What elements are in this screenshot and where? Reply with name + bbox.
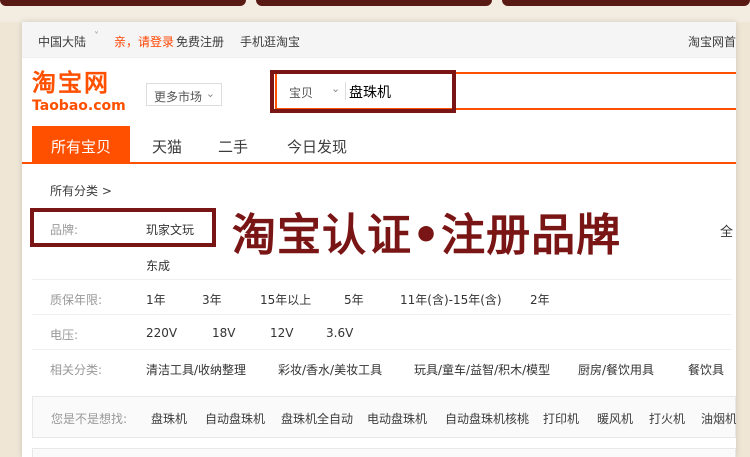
decoration-bar — [0, 0, 246, 6]
login-link[interactable]: 亲，请登录 — [114, 33, 174, 50]
suggestion-item[interactable]: 打印机 — [543, 410, 579, 427]
filter-option[interactable]: 东成 — [146, 257, 170, 274]
decoration-bar — [502, 0, 750, 6]
logo-en: Taobao.com — [32, 98, 126, 114]
suggestion-bar: 您是不是想找: 盘珠机 自动盘珠机 盘珠机全自动 电动盘珠机 自动盘珠机核桃 打… — [32, 396, 736, 438]
filter-option[interactable]: 15年以上 — [260, 291, 311, 308]
filter-option[interactable]: 5年 — [344, 291, 364, 308]
suggestion-item[interactable]: 暖风机 — [597, 410, 633, 427]
overlay-title: 淘宝认证•注册品牌 — [232, 210, 622, 261]
result-tabs: 所有宝贝 天猫 二手 今日发现 — [22, 126, 736, 164]
suggestion-item[interactable]: 打火机 — [649, 410, 685, 427]
breadcrumb[interactable]: 所有分类 > — [50, 182, 112, 199]
chevron-down-icon: ˅ — [94, 31, 99, 42]
market-dropdown-label: 更多市场 — [154, 90, 203, 104]
brand-highlight-box — [30, 208, 216, 247]
filter-option[interactable]: 3.6V — [326, 326, 353, 340]
suggestion-item[interactable]: 盘珠机全自动 — [281, 410, 353, 427]
tab-today-discover[interactable]: 今日发现 — [272, 126, 362, 164]
row-divider — [32, 314, 732, 315]
home-link[interactable]: 淘宝网首 — [688, 33, 736, 50]
filter-option[interactable]: 清洁工具/收纳整理 — [146, 361, 246, 378]
result-area-top — [32, 448, 736, 457]
tab-secondhand[interactable]: 二手 — [206, 126, 260, 164]
row-divider — [32, 349, 732, 350]
row-divider — [32, 279, 732, 280]
filter-label: 相关分类: — [50, 363, 103, 377]
filter-option[interactable]: 餐饮具 — [688, 361, 724, 378]
taobao-page: 中国大陆 ˅ 亲，请登录 免费注册 手机逛淘宝 淘宝网首 淘宝网 Taobao.… — [22, 22, 736, 457]
filter-option[interactable]: 彩妆/香水/美妆工具 — [278, 361, 382, 378]
filter-option[interactable]: 2年 — [530, 291, 550, 308]
suggestion-item[interactable]: 电动盘珠机 — [367, 410, 427, 427]
filter-option-fragment[interactable]: 全 — [720, 221, 733, 240]
filter-label: 电压: — [50, 328, 79, 342]
filter-option[interactable]: 厨房/餐饮用具 — [578, 361, 654, 378]
taobao-logo[interactable]: 淘宝网 Taobao.com — [32, 70, 136, 114]
top-decoration — [0, 0, 750, 22]
filter-option[interactable]: 玩具/童车/益智/积木/模型 — [414, 361, 550, 378]
tab-tmall[interactable]: 天猫 — [140, 126, 194, 164]
filter-option[interactable]: 12V — [270, 326, 293, 340]
filter-option[interactable]: 18V — [212, 326, 235, 340]
suggestion-item[interactable]: 自动盘珠机 — [205, 410, 265, 427]
suggestion-item[interactable]: 自动盘珠机核桃 — [445, 410, 529, 427]
filter-label: 质保年限: — [50, 293, 103, 307]
filter-option[interactable]: 11年(含)-15年(含) — [400, 291, 502, 308]
filter-option[interactable]: 220V — [146, 326, 177, 340]
logo-cn: 淘宝网 — [32, 69, 110, 97]
region-selector[interactable]: 中国大陆 — [38, 33, 86, 50]
decoration-bar — [256, 0, 492, 6]
site-nav: 中国大陆 ˅ 亲，请登录 免费注册 手机逛淘宝 淘宝网首 — [22, 22, 736, 58]
mobile-link[interactable]: 手机逛淘宝 — [240, 33, 300, 50]
tab-all-items[interactable]: 所有宝贝 — [32, 126, 130, 164]
register-link[interactable]: 免费注册 — [176, 33, 224, 50]
suggestion-label: 您是不是想找: — [51, 412, 128, 426]
suggestion-item[interactable]: 油烟机 — [701, 410, 736, 427]
market-dropdown[interactable]: 更多市场 ⌄ — [146, 83, 222, 106]
filter-option[interactable]: 1年 — [146, 291, 166, 308]
filter-option[interactable]: 3年 — [202, 291, 222, 308]
chevron-down-icon: ⌄ — [205, 87, 215, 100]
search-highlight-box — [270, 70, 456, 113]
suggestion-item[interactable]: 盘珠机 — [151, 410, 187, 427]
